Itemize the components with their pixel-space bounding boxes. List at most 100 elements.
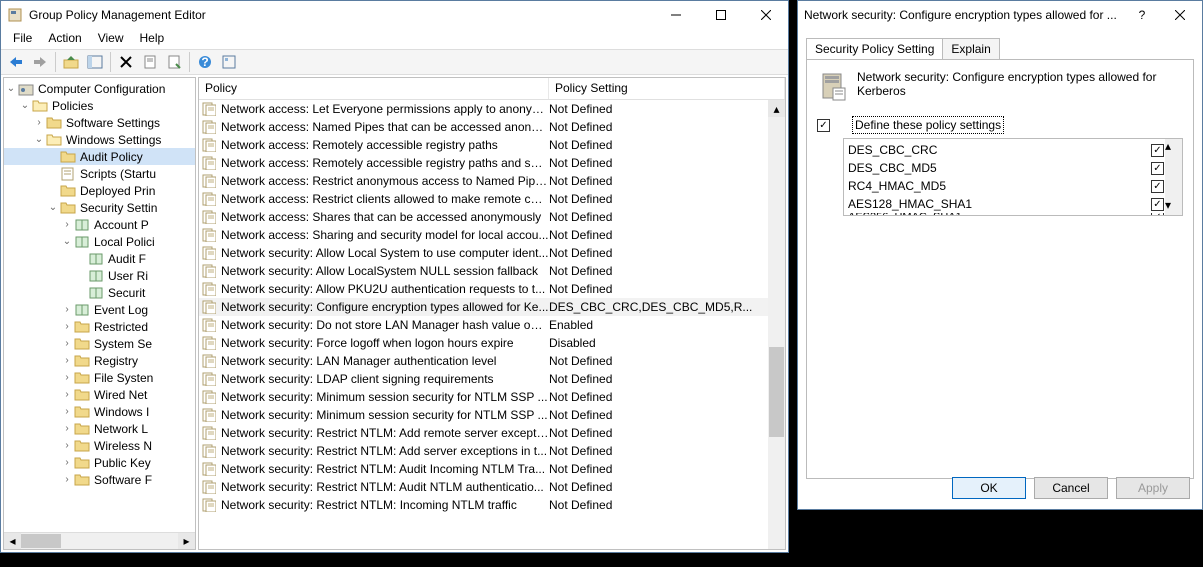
tree-software[interactable]: ›Software Settings: [4, 114, 195, 131]
tree-security[interactable]: ⌄Security Settin: [4, 199, 195, 216]
tree-systemse[interactable]: ›System Se: [4, 335, 195, 352]
tab-security-policy[interactable]: Security Policy Setting: [806, 38, 943, 60]
policy-row[interactable]: Network security: Restrict NTLM: Audit I…: [199, 460, 785, 478]
enc-item[interactable]: DES_CBC_CRC✓: [848, 141, 1164, 159]
tree-windows[interactable]: ⌄Windows Settings: [4, 131, 195, 148]
scroll-thumb[interactable]: [21, 534, 61, 548]
col-policy[interactable]: Policy: [199, 78, 549, 99]
tree-twisty[interactable]: ⌄: [18, 100, 32, 111]
scroll-up-icon[interactable]: ▴: [768, 100, 785, 117]
close-button[interactable]: [743, 1, 788, 29]
policy-row[interactable]: Network access: Restrict anonymous acces…: [199, 172, 785, 190]
minimize-button[interactable]: [653, 1, 698, 29]
tree-twisty[interactable]: ›: [60, 304, 74, 315]
menu-action[interactable]: Action: [40, 29, 89, 49]
list-vscrollbar[interactable]: ▴: [768, 100, 785, 549]
tree-publickey[interactable]: ›Public Key: [4, 454, 195, 471]
enc-checkbox[interactable]: ✓: [1151, 198, 1164, 211]
export-button[interactable]: [163, 51, 185, 73]
delete-button[interactable]: [115, 51, 137, 73]
show-hide-button[interactable]: [84, 51, 106, 73]
enc-vscrollbar[interactable]: ▴ ▾: [1165, 139, 1182, 215]
dlg-close-button[interactable]: [1157, 1, 1202, 29]
tree-windowsf[interactable]: ›Windows I: [4, 403, 195, 420]
tree-twisty[interactable]: ›: [60, 457, 74, 468]
tree-policies[interactable]: ⌄Policies: [4, 97, 195, 114]
policy-row[interactable]: Network access: Named Pipes that can be …: [199, 118, 785, 136]
properties-button[interactable]: [139, 51, 161, 73]
enc-item[interactable]: AES256_HMAC_SHA1✓: [848, 213, 1164, 216]
policy-row[interactable]: Network security: Force logoff when logo…: [199, 334, 785, 352]
cancel-button[interactable]: Cancel: [1034, 477, 1108, 499]
tree-wirelessn[interactable]: ›Wireless N: [4, 437, 195, 454]
tab-explain[interactable]: Explain: [943, 38, 999, 60]
tree-networkl[interactable]: ›Network L: [4, 420, 195, 437]
policy-row[interactable]: Network security: Restrict NTLM: Add rem…: [199, 424, 785, 442]
policy-row[interactable]: Network access: Sharing and security mod…: [199, 226, 785, 244]
policy-row[interactable]: Network access: Remotely accessible regi…: [199, 154, 785, 172]
tree-gpme[interactable]: ⌄Computer Configuration: [4, 80, 195, 97]
tree-twisty[interactable]: ›: [60, 440, 74, 451]
tree-twisty[interactable]: ›: [60, 474, 74, 485]
policy-row[interactable]: Network security: Restrict NTLM: Add ser…: [199, 442, 785, 460]
enc-checkbox[interactable]: ✓: [1151, 162, 1164, 175]
tree-twisty[interactable]: ›: [60, 219, 74, 230]
scroll-left-icon[interactable]: ◂: [4, 533, 21, 549]
tree-twisty[interactable]: ⌄: [32, 134, 46, 145]
policy-row[interactable]: Network access: Restrict clients allowed…: [199, 190, 785, 208]
tree-registry[interactable]: ›Registry: [4, 352, 195, 369]
policy-row[interactable]: Network security: Minimum session securi…: [199, 388, 785, 406]
dlg-help-button[interactable]: ?: [1127, 1, 1157, 29]
policy-row[interactable]: Network access: Remotely accessible regi…: [199, 136, 785, 154]
scroll-thumb[interactable]: [769, 347, 784, 437]
tree-account[interactable]: ›Account P: [4, 216, 195, 233]
tree-twisty[interactable]: ›: [60, 338, 74, 349]
tree-userri[interactable]: User Ri: [4, 267, 195, 284]
policy-row[interactable]: Network access: Let Everyone permissions…: [199, 100, 785, 118]
tree-softwarer[interactable]: ›Software F: [4, 471, 195, 488]
scroll-right-icon[interactable]: ▸: [178, 533, 195, 549]
menu-view[interactable]: View: [90, 29, 132, 49]
scroll-down-icon[interactable]: ▾: [1165, 198, 1182, 215]
tree-restricted[interactable]: ›Restricted: [4, 318, 195, 335]
tree-twisty[interactable]: ›: [60, 372, 74, 383]
up-button[interactable]: [60, 51, 82, 73]
maximize-button[interactable]: [698, 1, 743, 29]
ok-button[interactable]: OK: [952, 477, 1026, 499]
tree-twisty[interactable]: ›: [60, 389, 74, 400]
enc-item[interactable]: RC4_HMAC_MD5✓: [848, 177, 1164, 195]
tree-twisty[interactable]: ⌄: [60, 236, 74, 247]
policy-row[interactable]: Network security: LDAP client signing re…: [199, 370, 785, 388]
help-button[interactable]: ?: [194, 51, 216, 73]
enc-checkbox[interactable]: ✓: [1151, 213, 1164, 216]
back-button[interactable]: [5, 51, 27, 73]
enc-item[interactable]: AES128_HMAC_SHA1✓: [848, 195, 1164, 213]
tree-deployed[interactable]: Deployed Prin: [4, 182, 195, 199]
tree-local[interactable]: ⌄Local Polici: [4, 233, 195, 250]
tree-auditr[interactable]: Audit F: [4, 250, 195, 267]
policy-row[interactable]: Network access: Shares that can be acces…: [199, 208, 785, 226]
forward-button[interactable]: [29, 51, 51, 73]
tree-twisty[interactable]: ›: [60, 355, 74, 366]
policy-row[interactable]: Network security: LAN Manager authentica…: [199, 352, 785, 370]
menu-help[interactable]: Help: [132, 29, 173, 49]
tree-audit[interactable]: Audit Policy: [4, 148, 195, 165]
tree-twisty[interactable]: ›: [60, 321, 74, 332]
tree-twisty[interactable]: ›: [32, 117, 46, 128]
tree-twisty[interactable]: ⌄: [46, 202, 60, 213]
policy-row[interactable]: Network security: Restrict NTLM: Audit N…: [199, 478, 785, 496]
enc-checkbox[interactable]: ✓: [1151, 180, 1164, 193]
enc-item[interactable]: DES_CBC_MD5✓: [848, 159, 1164, 177]
col-setting[interactable]: Policy Setting: [549, 78, 785, 99]
policy-row[interactable]: Network security: Allow PKU2U authentica…: [199, 280, 785, 298]
tree-hscrollbar[interactable]: ◂ ▸: [4, 532, 195, 549]
tree-wirednet[interactable]: ›Wired Net: [4, 386, 195, 403]
policy-row[interactable]: Network security: Configure encryption t…: [199, 298, 785, 316]
scroll-up-icon[interactable]: ▴: [1165, 139, 1182, 156]
policy-row[interactable]: Network security: Do not store LAN Manag…: [199, 316, 785, 334]
filter-button[interactable]: [218, 51, 240, 73]
policy-row[interactable]: Network security: Restrict NTLM: Incomin…: [199, 496, 785, 514]
enc-checkbox[interactable]: ✓: [1151, 144, 1164, 157]
tree-twisty[interactable]: ⌄: [4, 83, 18, 94]
menu-file[interactable]: File: [5, 29, 40, 49]
